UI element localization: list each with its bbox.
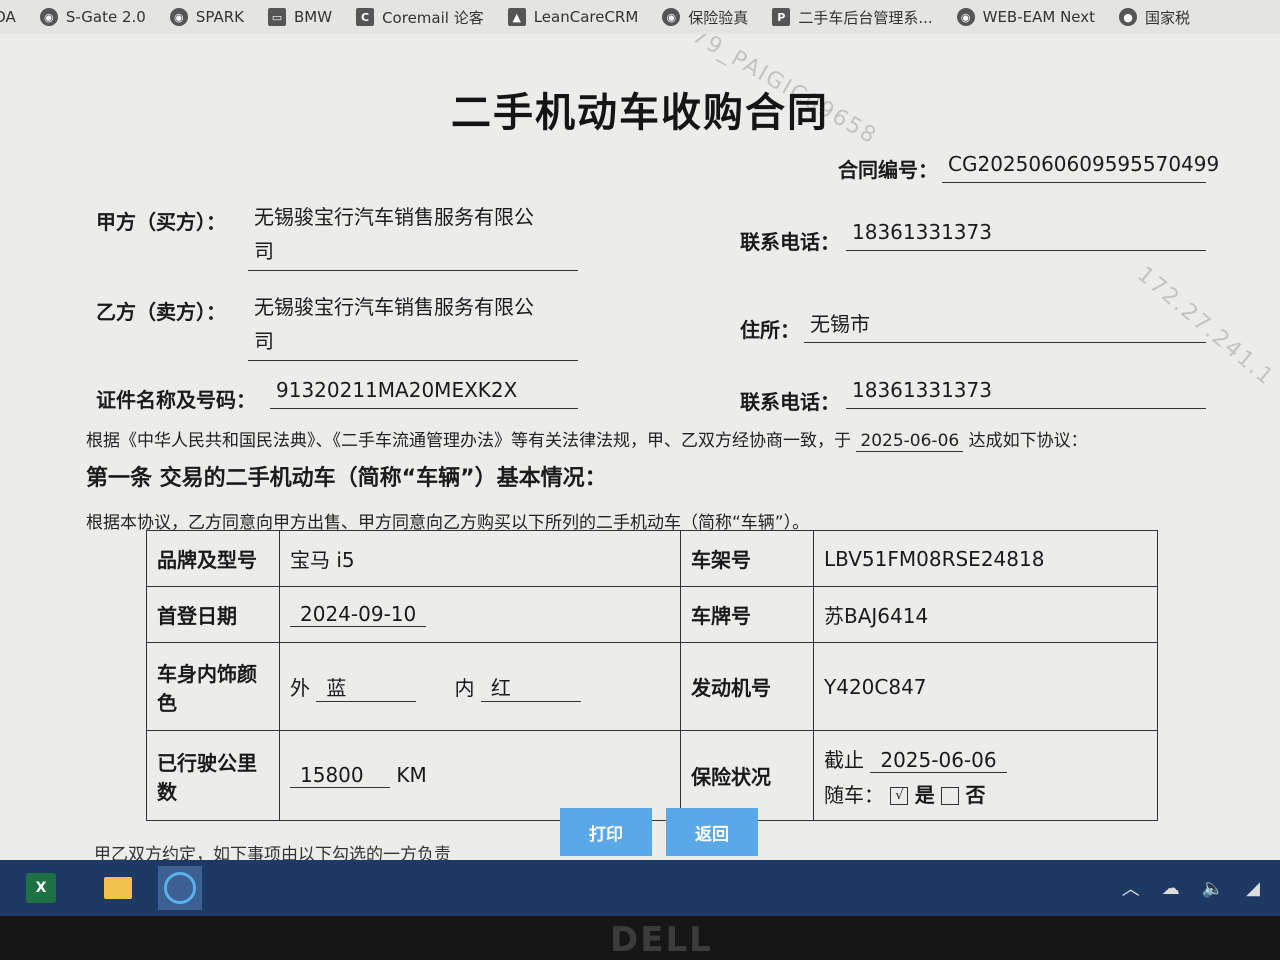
phone-b-label: 联系电话： bbox=[740, 390, 840, 414]
bookmark-insurance[interactable]: ◉ 保险验真 bbox=[662, 7, 748, 28]
browser-icon[interactable] bbox=[158, 866, 202, 910]
color-exterior-value: 蓝 bbox=[316, 672, 417, 702]
bookmark-leancarecrm[interactable]: ▲ LeanCareCRM bbox=[507, 8, 638, 26]
phone-a-value: 18361331373 bbox=[846, 216, 1206, 251]
bookmark-icon: ● bbox=[1119, 8, 1138, 26]
volume-icon[interactable]: 🔈 bbox=[1202, 878, 1224, 899]
insurance-no-checkbox[interactable] bbox=[941, 787, 960, 805]
reg-date-cell: 2024-09-10 bbox=[279, 586, 681, 643]
globe-icon: ◉ bbox=[169, 8, 188, 26]
globe-icon: ◉ bbox=[956, 8, 975, 26]
bookmark-oa[interactable]: OA bbox=[0, 8, 16, 26]
vehicle-table: 品牌及型号 宝马 i5 车架号 LBV51FM08RSE24818 首登日期 2… bbox=[146, 530, 1158, 821]
folder-icon: ▭ bbox=[268, 8, 286, 26]
brand-label: 品牌及型号 bbox=[146, 530, 280, 587]
insurance-cell: 截止 2025-06-06 随车： √ 是 否 bbox=[813, 730, 1158, 821]
bookmark-bmw[interactable]: ▭ BMW bbox=[268, 8, 332, 26]
bookmarks-bar: OA ◉S-Gate 2.0 ◉SPARK ▭BMW CCoremail 论客 … bbox=[0, 0, 1280, 34]
brand-value: 宝马 i5 bbox=[279, 530, 681, 587]
mileage-label: 已行驶公里数 bbox=[146, 730, 280, 821]
excel-icon[interactable]: X bbox=[26, 873, 56, 903]
phone-a-label: 联系电话： bbox=[740, 230, 840, 254]
mail-icon: C bbox=[356, 8, 375, 26]
table-row: 品牌及型号 宝马 i5 车架号 LBV51FM08RSE24818 bbox=[146, 530, 1158, 587]
table-row: 已行驶公里数 15800 KM 保险状况 截止 2025-06-06 随车： √… bbox=[146, 730, 1158, 821]
bookmark-tax[interactable]: ● 国家税 bbox=[1119, 7, 1190, 28]
bookmark-web-eam[interactable]: ◉ WEB-EAM Next bbox=[956, 8, 1095, 26]
p-icon: P bbox=[772, 8, 791, 26]
contract-no-value: CG2025060609595570499 bbox=[942, 148, 1219, 183]
globe-icon: ◉ bbox=[39, 8, 58, 26]
phone-b-value: 18361331373 bbox=[846, 374, 1206, 409]
page-title: 二手机动车收购合同 bbox=[451, 90, 829, 136]
party-b-label: 乙方（卖方）： bbox=[96, 300, 226, 324]
agreement-date: 2025-06-06 bbox=[856, 431, 964, 452]
contract-page: 79_PAIGIC09658 172.27.241.1 二手机动车收购合同 合同… bbox=[0, 34, 1280, 860]
address-value: 无锡市 bbox=[804, 308, 1206, 343]
address-label: 住所： bbox=[740, 318, 800, 342]
bookmark-usedcar-admin[interactable]: P 二手车后台管理系... bbox=[772, 7, 933, 28]
file-explorer-icon[interactable] bbox=[96, 866, 140, 910]
taskbar: X ︿ ☁ 🔈 ◢ bbox=[0, 860, 1280, 916]
system-tray: ︿ ☁ 🔈 ◢ bbox=[1122, 860, 1260, 916]
plate-label: 车牌号 bbox=[680, 586, 814, 643]
cloud-icon[interactable]: ☁ bbox=[1162, 878, 1180, 899]
back-button[interactable]: 返回 bbox=[666, 808, 758, 856]
chart-icon: ▲ bbox=[507, 8, 526, 26]
insurance-yes-checkbox[interactable]: √ bbox=[890, 787, 909, 805]
vin-label: 车架号 bbox=[680, 530, 814, 587]
color-cell: 外 蓝 内 红 bbox=[279, 642, 681, 731]
party-a-value: 无锡骏宝行汽车销售服务有限公 司 bbox=[248, 200, 578, 271]
bookmark-sgate[interactable]: ◉ S-Gate 2.0 bbox=[39, 8, 146, 26]
article-1-title: 第一条 交易的二手机动车（简称“车辆”）基本情况： bbox=[86, 466, 607, 491]
footer-text: 甲乙双方约定，如下事项由以下勾选的一方负责 bbox=[94, 845, 451, 860]
vin-value: LBV51FM08RSE24818 bbox=[813, 530, 1158, 587]
id-value: 91320211MA20MEXK2X bbox=[270, 374, 578, 409]
chevron-up-icon[interactable]: ︿ bbox=[1122, 875, 1140, 901]
wifi-icon[interactable]: ◢ bbox=[1246, 878, 1260, 899]
table-row: 首登日期 2024-09-10 车牌号 苏BAJ6414 bbox=[146, 586, 1158, 643]
print-button[interactable]: 打印 bbox=[560, 808, 652, 856]
engine-label: 发动机号 bbox=[680, 642, 814, 731]
insurance-until-value: 2025-06-06 bbox=[870, 748, 1007, 773]
id-label: 证件名称及号码： bbox=[96, 388, 256, 412]
dell-logo: DELL bbox=[610, 920, 713, 960]
bookmark-coremail[interactable]: C Coremail 论客 bbox=[356, 7, 484, 28]
color-interior-value: 红 bbox=[480, 672, 581, 702]
engine-value: Y420C847 bbox=[813, 642, 1158, 731]
reg-date-value: 2024-09-10 bbox=[290, 602, 427, 627]
insurance-label: 保险状况 bbox=[680, 730, 814, 821]
globe-icon: ◉ bbox=[662, 8, 681, 26]
mileage-cell: 15800 KM bbox=[279, 730, 681, 821]
bookmark-spark[interactable]: ◉ SPARK bbox=[169, 8, 244, 26]
color-label: 车身内饰颜色 bbox=[146, 642, 280, 731]
table-row: 车身内饰颜色 外 蓝 内 红 发动机号 Y420C847 bbox=[146, 642, 1158, 731]
plate-value: 苏BAJ6414 bbox=[813, 586, 1158, 643]
contract-no-label: 合同编号： bbox=[838, 158, 938, 182]
reg-date-label: 首登日期 bbox=[146, 586, 280, 643]
party-b-value: 无锡骏宝行汽车销售服务有限公 司 bbox=[248, 290, 578, 361]
mileage-value: 15800 bbox=[290, 763, 390, 788]
party-a-label: 甲方（买方）： bbox=[96, 210, 226, 234]
intro-paragraph: 根据《中华人民共和国民法典》、《二手车流通管理办法》等有关法律法规，甲、乙双方经… bbox=[86, 431, 1088, 452]
